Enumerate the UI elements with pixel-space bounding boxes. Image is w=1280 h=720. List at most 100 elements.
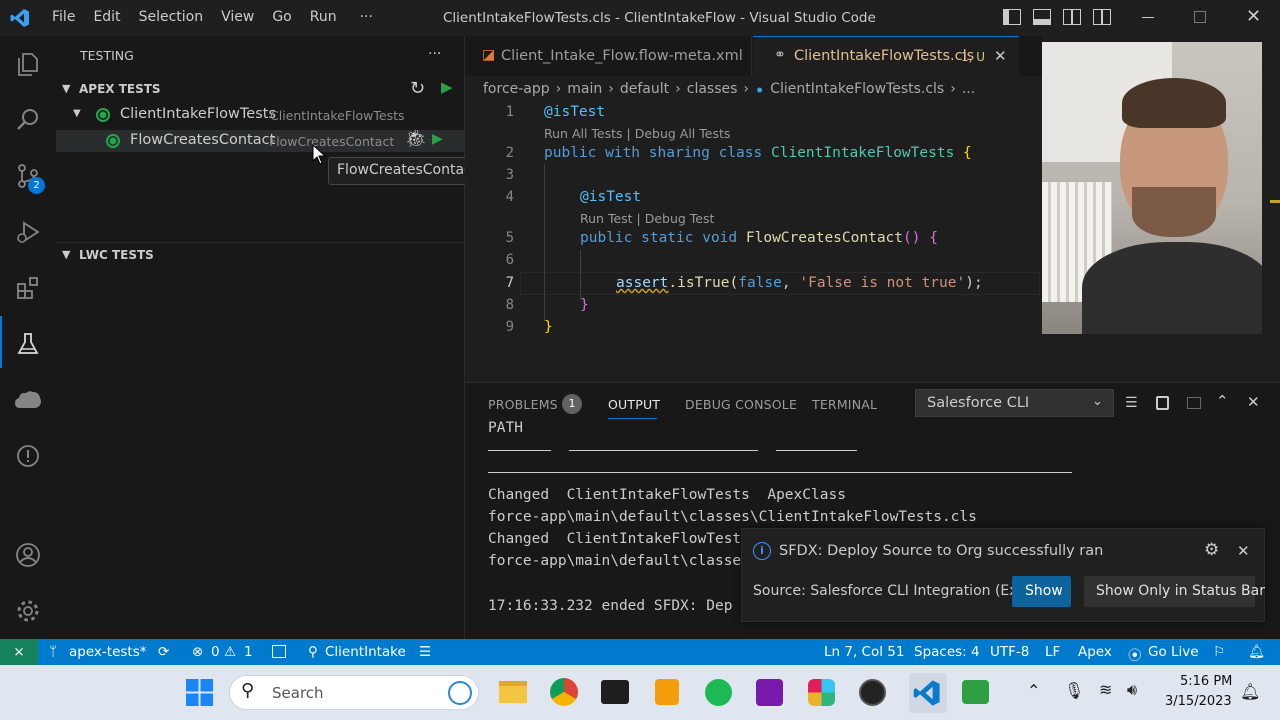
feedback-icon[interactable]: ⚐ bbox=[1213, 644, 1225, 660]
lwc-tests-section-title[interactable]: LWC TESTS bbox=[79, 248, 154, 262]
chrome-icon[interactable] bbox=[550, 678, 578, 706]
menu-view[interactable]: View bbox=[221, 9, 254, 25]
obs-icon[interactable] bbox=[859, 679, 886, 706]
warning-count[interactable]: 1 bbox=[244, 644, 253, 660]
wifi-icon[interactable]: ≋ bbox=[1099, 680, 1112, 699]
clear-output-icon[interactable]: ☰ bbox=[1125, 395, 1138, 411]
lock-scroll-icon[interactable] bbox=[1156, 396, 1169, 410]
git-branch[interactable]: apex-tests* bbox=[69, 644, 146, 660]
customize-layout-icon[interactable] bbox=[1093, 9, 1111, 25]
file-explorer-icon[interactable] bbox=[499, 681, 527, 703]
toggle-sidebar-icon[interactable] bbox=[1003, 9, 1021, 25]
menu-run[interactable]: Run bbox=[310, 9, 337, 25]
refresh-tests-icon[interactable]: ↻ bbox=[410, 78, 425, 99]
test-method-name[interactable]: FlowCreatesContact bbox=[130, 132, 275, 148]
toggle-panel-icon[interactable] bbox=[1033, 9, 1051, 25]
warning-icon: ⚠ bbox=[224, 644, 237, 660]
menu-selection[interactable]: Selection bbox=[139, 9, 204, 25]
tab-tests-cls-label[interactable]: ClientIntakeFlowTests.cls bbox=[794, 48, 974, 64]
codelens-run-test[interactable]: Run Test | Debug Test bbox=[580, 211, 714, 226]
active-view-indicator bbox=[0, 316, 2, 368]
breadcrumb-force-app[interactable]: force-app bbox=[483, 81, 550, 100]
line-number: 6 bbox=[505, 252, 514, 268]
tab-terminal[interactable]: TERMINAL bbox=[812, 397, 877, 412]
slack-icon[interactable] bbox=[808, 679, 835, 706]
spotify-icon[interactable] bbox=[705, 679, 732, 706]
close-window-icon[interactable]: ✕ bbox=[1246, 6, 1261, 27]
sublime-icon[interactable] bbox=[655, 679, 679, 705]
breadcrumb-classes[interactable]: classes bbox=[687, 81, 738, 100]
run-debug-icon[interactable] bbox=[12, 216, 44, 248]
close-tab-icon[interactable]: ✕ bbox=[994, 47, 1007, 65]
problems-icon[interactable] bbox=[12, 440, 44, 472]
notification-close-icon[interactable]: ✕ bbox=[1237, 542, 1250, 560]
show-hidden-icons[interactable]: ⌃ bbox=[1027, 681, 1040, 700]
tab-problems[interactable]: PROBLEMS bbox=[488, 397, 558, 412]
search-icon[interactable] bbox=[12, 104, 44, 136]
output-line: Changed ClientIntakeFlowTests bbox=[488, 531, 750, 547]
menu-edit[interactable]: Edit bbox=[93, 9, 120, 25]
explorer-icon[interactable] bbox=[12, 48, 44, 80]
encoding[interactable]: UTF-8 bbox=[990, 644, 1029, 660]
apex-tests-section-title[interactable]: APEX TESTS bbox=[79, 82, 161, 96]
clock-date[interactable]: 3/15/2023 bbox=[1165, 694, 1232, 709]
run-all-tests-icon[interactable]: ▶ bbox=[441, 78, 453, 96]
notification-settings-icon[interactable]: ⚙ bbox=[1204, 540, 1219, 560]
salesforce-cloud-icon[interactable] bbox=[12, 384, 44, 416]
toggle-secondary-sidebar-icon[interactable] bbox=[1063, 9, 1081, 25]
debug-test-icon[interactable]: 🐞︎ bbox=[405, 129, 427, 149]
tab-flow-meta-label[interactable]: Client_Intake_Flow.flow-meta.xml bbox=[501, 48, 743, 64]
code-close-brace: } bbox=[544, 319, 553, 335]
default-org[interactable]: ClientIntake bbox=[325, 644, 406, 660]
run-test-icon[interactable]: ▶ bbox=[432, 131, 443, 147]
testing-icon[interactable] bbox=[12, 328, 44, 360]
restore-icon[interactable] bbox=[1194, 11, 1206, 23]
codelens-run-all[interactable]: Run All Tests | Debug All Tests bbox=[544, 126, 730, 141]
notifications-bell-icon[interactable]: 🔔︎ bbox=[1248, 644, 1265, 660]
chevron-down-icon[interactable]: ▼ bbox=[62, 248, 70, 261]
tab-output[interactable]: OUTPUT bbox=[608, 397, 660, 412]
eol[interactable]: LF bbox=[1045, 644, 1060, 660]
breadcrumb-symbols[interactable]: ... bbox=[962, 81, 975, 100]
language-mode[interactable]: Apex bbox=[1078, 644, 1112, 660]
code-false: false bbox=[738, 275, 782, 291]
menu-go[interactable]: Go bbox=[272, 9, 291, 25]
onenote-icon[interactable] bbox=[756, 679, 783, 706]
sync-icon[interactable]: ⟳ bbox=[158, 644, 169, 660]
manage-gear-icon[interactable] bbox=[12, 595, 44, 627]
code-line-assert: assert.isTrue(false, 'False is not true'… bbox=[616, 275, 983, 291]
indentation[interactable]: Spaces: 4 bbox=[914, 644, 980, 660]
bing-icon[interactable] bbox=[448, 681, 472, 705]
sidebar-more-button[interactable]: ··· bbox=[428, 46, 441, 62]
extensions-icon[interactable] bbox=[12, 272, 44, 304]
volume-icon[interactable]: 🔊︎ bbox=[1127, 680, 1137, 700]
cursor-position[interactable]: Ln 7, Col 51 bbox=[824, 644, 904, 660]
breadcrumb-default[interactable]: default bbox=[620, 81, 669, 100]
clock-time[interactable]: 5:16 PM bbox=[1180, 674, 1232, 689]
chevron-down-icon[interactable]: ▼ bbox=[73, 108, 81, 119]
tab-debug-console[interactable]: DEBUG CONSOLE bbox=[685, 397, 797, 412]
notification-center-icon[interactable]: 🔔︎ bbox=[1240, 682, 1260, 701]
test-suite-name[interactable]: ClientIntakeFlowTests bbox=[120, 106, 276, 122]
error-count[interactable]: 0 bbox=[211, 644, 220, 660]
maximize-panel-icon[interactable]: ⌃ bbox=[1216, 392, 1229, 410]
close-panel-icon[interactable]: ✕ bbox=[1247, 393, 1260, 411]
tasks-icon[interactable]: ☰ bbox=[419, 644, 431, 660]
breadcrumb-file[interactable]: ClientIntakeFlowTests.cls bbox=[770, 81, 944, 100]
menu-more[interactable]: ··· bbox=[360, 9, 373, 25]
minimize-icon[interactable] bbox=[1142, 17, 1154, 18]
terminal-icon[interactable] bbox=[601, 680, 629, 704]
layout-icon[interactable] bbox=[272, 645, 286, 658]
microphone-icon[interactable]: 🎙︎ bbox=[1064, 681, 1084, 700]
accounts-icon[interactable] bbox=[12, 539, 44, 571]
menu-file[interactable]: File bbox=[52, 9, 75, 25]
taskbar-search-box[interactable] bbox=[229, 675, 479, 710]
open-in-editor-icon[interactable] bbox=[1187, 397, 1201, 409]
windows-start-icon[interactable] bbox=[186, 679, 213, 706]
chevron-right-icon: › bbox=[555, 81, 562, 97]
go-live[interactable]: Go Live bbox=[1148, 644, 1199, 660]
teams-chat-icon[interactable] bbox=[962, 680, 989, 704]
chevron-down-icon[interactable]: ▼ bbox=[62, 82, 70, 95]
remote-indicator-icon[interactable]: ⨯ bbox=[0, 639, 38, 665]
breadcrumb-main[interactable]: main bbox=[567, 81, 602, 100]
